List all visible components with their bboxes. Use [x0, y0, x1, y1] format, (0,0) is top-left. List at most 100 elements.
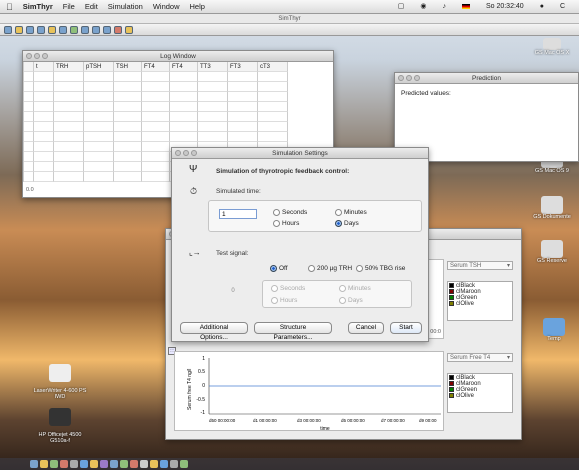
- ft4-select[interactable]: Serum Free T4 ▾: [447, 353, 513, 362]
- table-cell: [84, 92, 114, 102]
- app-icon[interactable]: [100, 460, 108, 468]
- dialog-titlebar[interactable]: Simulation Settings: [172, 148, 428, 159]
- sim-time-input[interactable]: [219, 209, 257, 219]
- col-header: FT4: [142, 62, 170, 72]
- tsh-select[interactable]: Serum TSH ▾: [447, 261, 513, 270]
- save-icon[interactable]: [26, 25, 34, 34]
- table-row[interactable]: [23, 82, 333, 92]
- close-icon[interactable]: [175, 150, 181, 156]
- radio-signal-seconds[interactable]: Seconds: [271, 285, 305, 292]
- radio-trh[interactable]: 200 µg TRH: [308, 265, 352, 272]
- table-cell: [24, 162, 34, 172]
- plot-ft4-area[interactable]: 1 0.5 0 -0.5 -1 d50 00:00:00 d1 00:00:00…: [174, 351, 444, 432]
- radio-signal-hours[interactable]: Hours: [271, 297, 297, 304]
- app-icon[interactable]: [140, 460, 148, 468]
- app-icon[interactable]: [120, 460, 128, 468]
- minimize-icon[interactable]: [183, 150, 189, 156]
- paste-icon[interactable]: [70, 25, 78, 34]
- table-row[interactable]: [23, 122, 333, 132]
- volume-icon[interactable]: ♪: [442, 3, 446, 10]
- desktop-icon-reserve[interactable]: GS Reserve: [528, 240, 576, 264]
- open-icon[interactable]: [15, 25, 23, 34]
- additional-options-button[interactable]: Additional Options...: [180, 322, 248, 341]
- minimize-icon[interactable]: [406, 75, 412, 81]
- cancel-button[interactable]: Cancel: [348, 322, 384, 334]
- close-icon[interactable]: [26, 53, 32, 59]
- copy-icon[interactable]: [59, 25, 67, 34]
- radio-signal-minutes[interactable]: Minutes: [339, 285, 371, 292]
- table-cell: [198, 112, 228, 122]
- status-icon[interactable]: ▢: [398, 2, 405, 10]
- table-row[interactable]: [23, 92, 333, 102]
- radio-signal-days[interactable]: Days: [339, 297, 363, 304]
- app-icon[interactable]: [80, 460, 88, 468]
- binoculars-icon[interactable]: ◉: [420, 2, 426, 10]
- menu-app-name[interactable]: SimThyr: [23, 2, 53, 11]
- radio-off[interactable]: Off: [270, 265, 288, 272]
- signal-value[interactable]: 0: [208, 284, 258, 294]
- help-icon[interactable]: [125, 25, 133, 34]
- zoom-icon[interactable]: [42, 53, 48, 59]
- app-icon[interactable]: [50, 460, 58, 468]
- table-cell: [258, 82, 288, 92]
- user-initial[interactable]: C: [560, 3, 565, 10]
- pause-icon[interactable]: [92, 25, 100, 34]
- menu-simulation[interactable]: Simulation: [108, 2, 143, 11]
- user-icon[interactable]: ●: [540, 3, 544, 10]
- table-cell: [228, 112, 258, 122]
- radio-seconds[interactable]: Seconds: [273, 209, 307, 216]
- zoom-icon[interactable]: [414, 75, 420, 81]
- new-icon[interactable]: [4, 25, 12, 34]
- clock[interactable]: So 20:32:40: [486, 3, 524, 10]
- desktop-icon-macosx[interactable]: GS Mac OS X: [528, 38, 576, 56]
- tools-icon[interactable]: [114, 25, 122, 34]
- stop-icon[interactable]: [103, 25, 111, 34]
- app-icon[interactable]: [60, 460, 68, 468]
- table-row[interactable]: [23, 132, 333, 142]
- app-icon[interactable]: [40, 460, 48, 468]
- log-table[interactable]: t TRH pTSH TSH FT4 FT4 TT3 FT3 cT3: [23, 62, 333, 72]
- radio-tbg[interactable]: 50% TBG rise: [356, 265, 405, 272]
- app-icon[interactable]: [130, 460, 138, 468]
- prediction-titlebar[interactable]: Prediction: [395, 73, 578, 84]
- table-row[interactable]: [23, 102, 333, 112]
- cut-icon[interactable]: [48, 25, 56, 34]
- desktop-printer-hp[interactable]: HP Officejet 4500 G510a-f: [25, 402, 95, 450]
- run-icon[interactable]: [81, 25, 89, 34]
- ft4-color-list[interactable]: clBlack clMaroon clGreen clOlive: [447, 373, 513, 413]
- app-icon[interactable]: [70, 460, 78, 468]
- app-icon[interactable]: [150, 460, 158, 468]
- menu-help[interactable]: Help: [190, 2, 205, 11]
- desktop-icon-dokumente[interactable]: GS Dokumente: [528, 196, 576, 220]
- table-cell: [170, 82, 198, 92]
- app-icon[interactable]: [180, 460, 188, 468]
- table-row[interactable]: [23, 112, 333, 122]
- app-icon[interactable]: [90, 460, 98, 468]
- app-icon[interactable]: [160, 460, 168, 468]
- log-window-titlebar[interactable]: Log Window: [23, 51, 333, 62]
- menu-window[interactable]: Window: [153, 2, 180, 11]
- zoom-icon[interactable]: [191, 150, 197, 156]
- xtick: d7 00:00:00: [381, 418, 405, 423]
- xtick: d3 00:00:00: [297, 418, 321, 423]
- print-icon[interactable]: [37, 25, 45, 34]
- radio-days[interactable]: Days: [335, 220, 359, 227]
- app-icon[interactable]: [110, 460, 118, 468]
- col-header: TT3: [198, 62, 228, 72]
- menu-file[interactable]: File: [63, 2, 75, 11]
- apple-menu-icon[interactable]: : [6, 2, 13, 12]
- desktop-printer-laserwriter[interactable]: LaserWriter 4-600 PS IWD: [25, 358, 95, 406]
- close-icon[interactable]: [398, 75, 404, 81]
- table-row[interactable]: [23, 72, 333, 82]
- desktop-icon-temp[interactable]: Temp: [534, 318, 574, 342]
- finder-icon[interactable]: [30, 460, 38, 468]
- radio-hours[interactable]: Hours: [273, 220, 299, 227]
- minimize-icon[interactable]: [34, 53, 40, 59]
- radio-minutes[interactable]: Minutes: [335, 209, 367, 216]
- flag-icon[interactable]: [461, 3, 470, 9]
- app-icon[interactable]: [170, 460, 178, 468]
- menu-edit[interactable]: Edit: [85, 2, 98, 11]
- start-button[interactable]: Start: [390, 322, 422, 334]
- structure-parameters-button[interactable]: Structure Parameters...: [254, 322, 332, 341]
- tsh-color-list[interactable]: clBlack clMaroon clGreen clOlive: [447, 281, 513, 321]
